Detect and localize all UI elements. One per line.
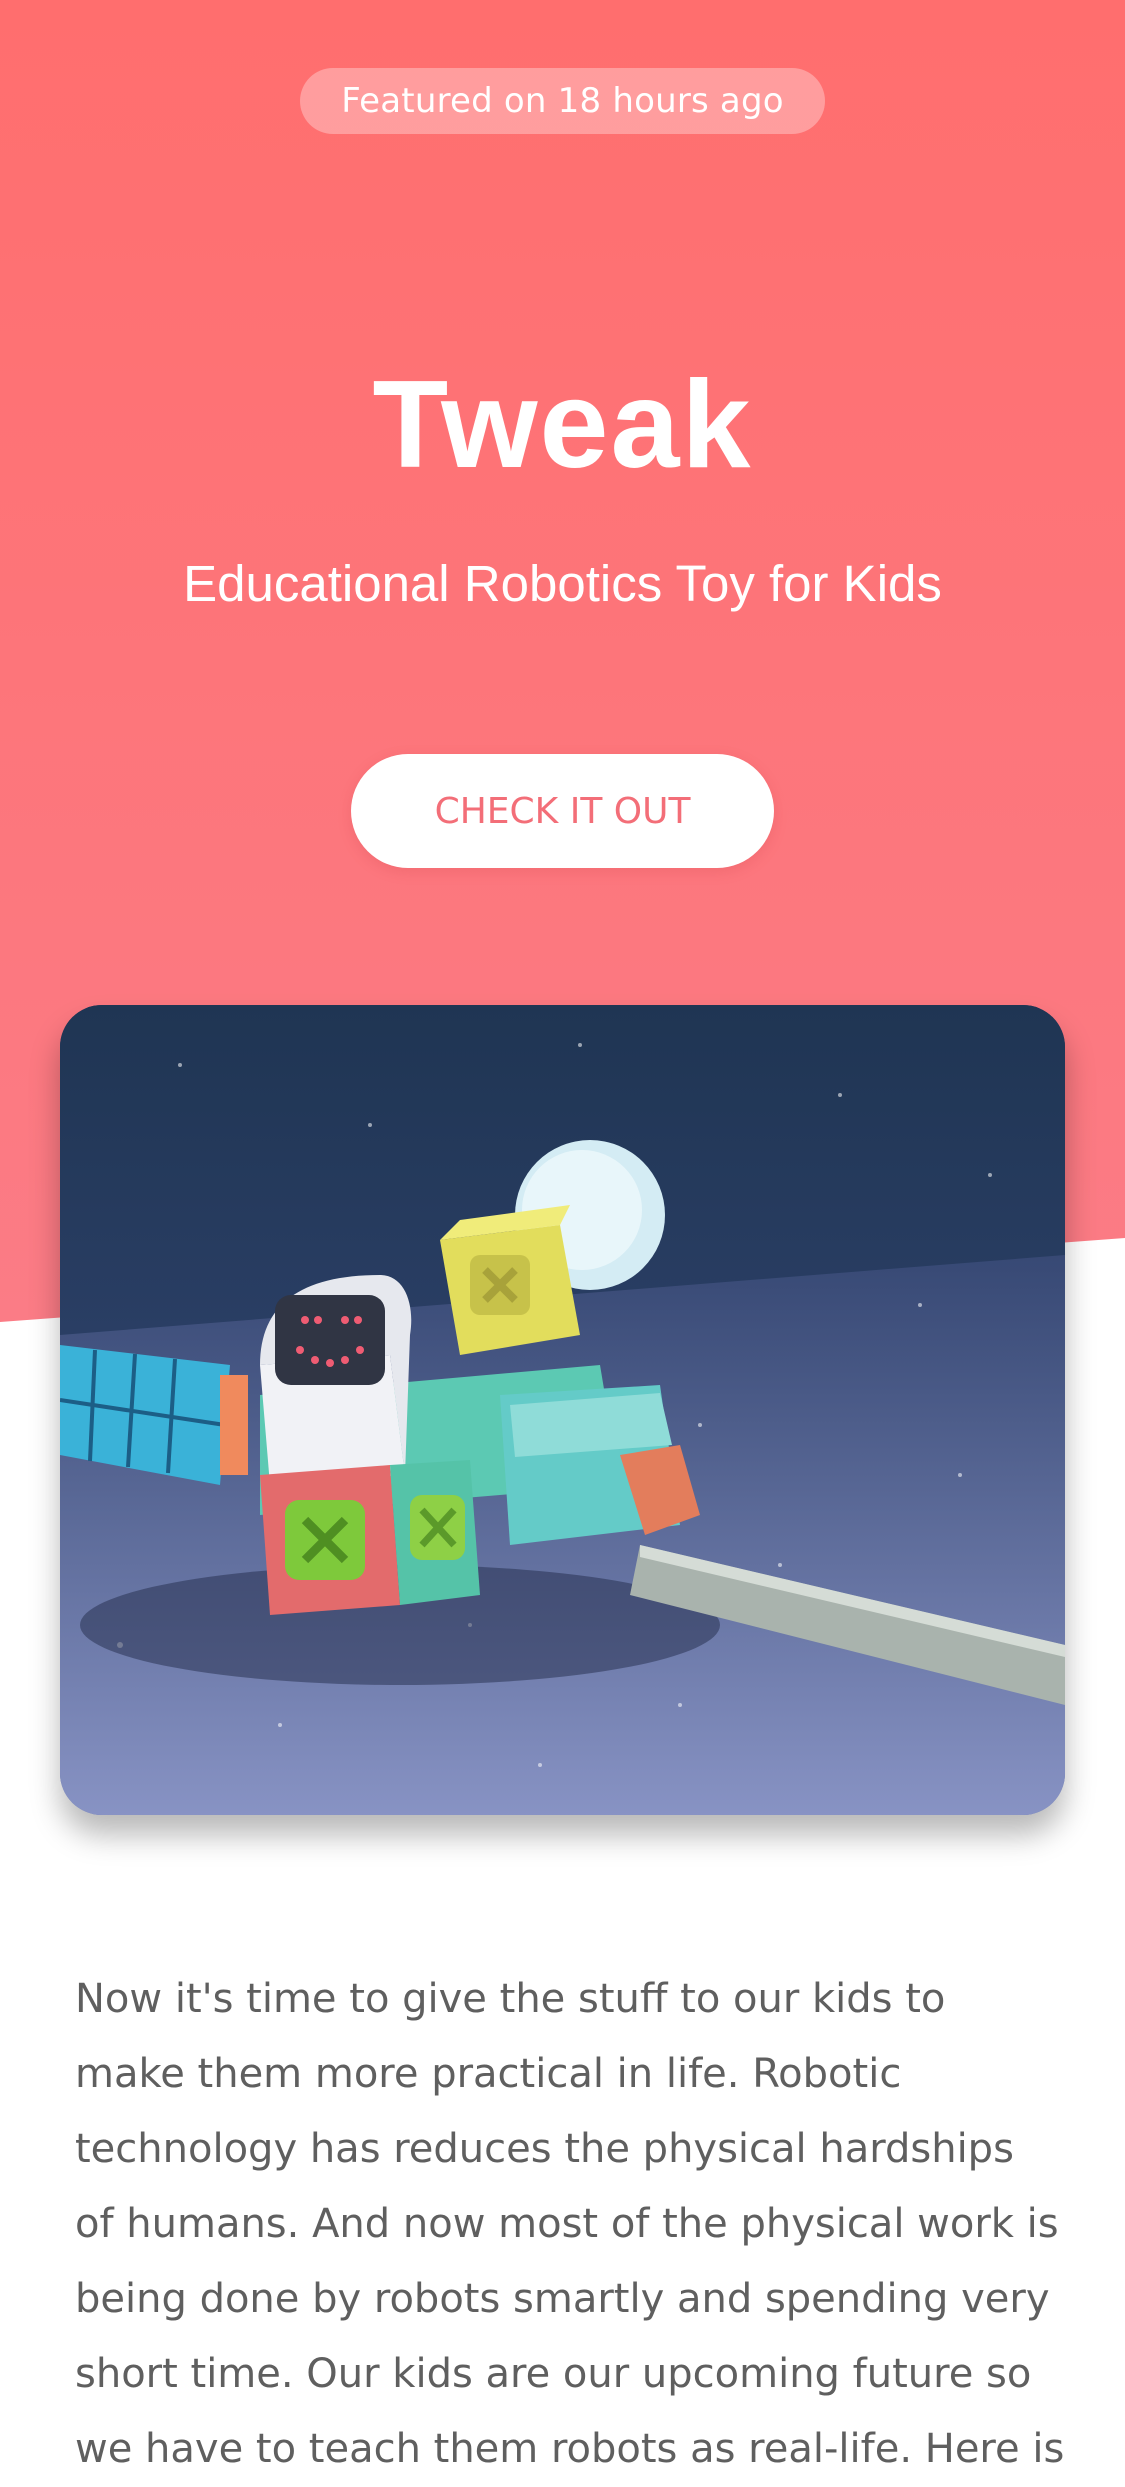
featured-badge-text: Featured on 18 hours ago bbox=[341, 81, 784, 121]
product-title: Tweak bbox=[372, 356, 753, 494]
check-it-out-label: CHECK IT OUT bbox=[434, 790, 691, 832]
product-description: Now it's time to give the stuff to our k… bbox=[75, 1976, 1065, 2472]
featured-badge: Featured on 18 hours ago bbox=[300, 68, 825, 134]
check-it-out-button[interactable]: CHECK IT OUT bbox=[351, 754, 774, 868]
product-subtitle: Educational Robotics Toy for Kids bbox=[183, 555, 942, 612]
product-image bbox=[60, 1005, 1065, 1815]
